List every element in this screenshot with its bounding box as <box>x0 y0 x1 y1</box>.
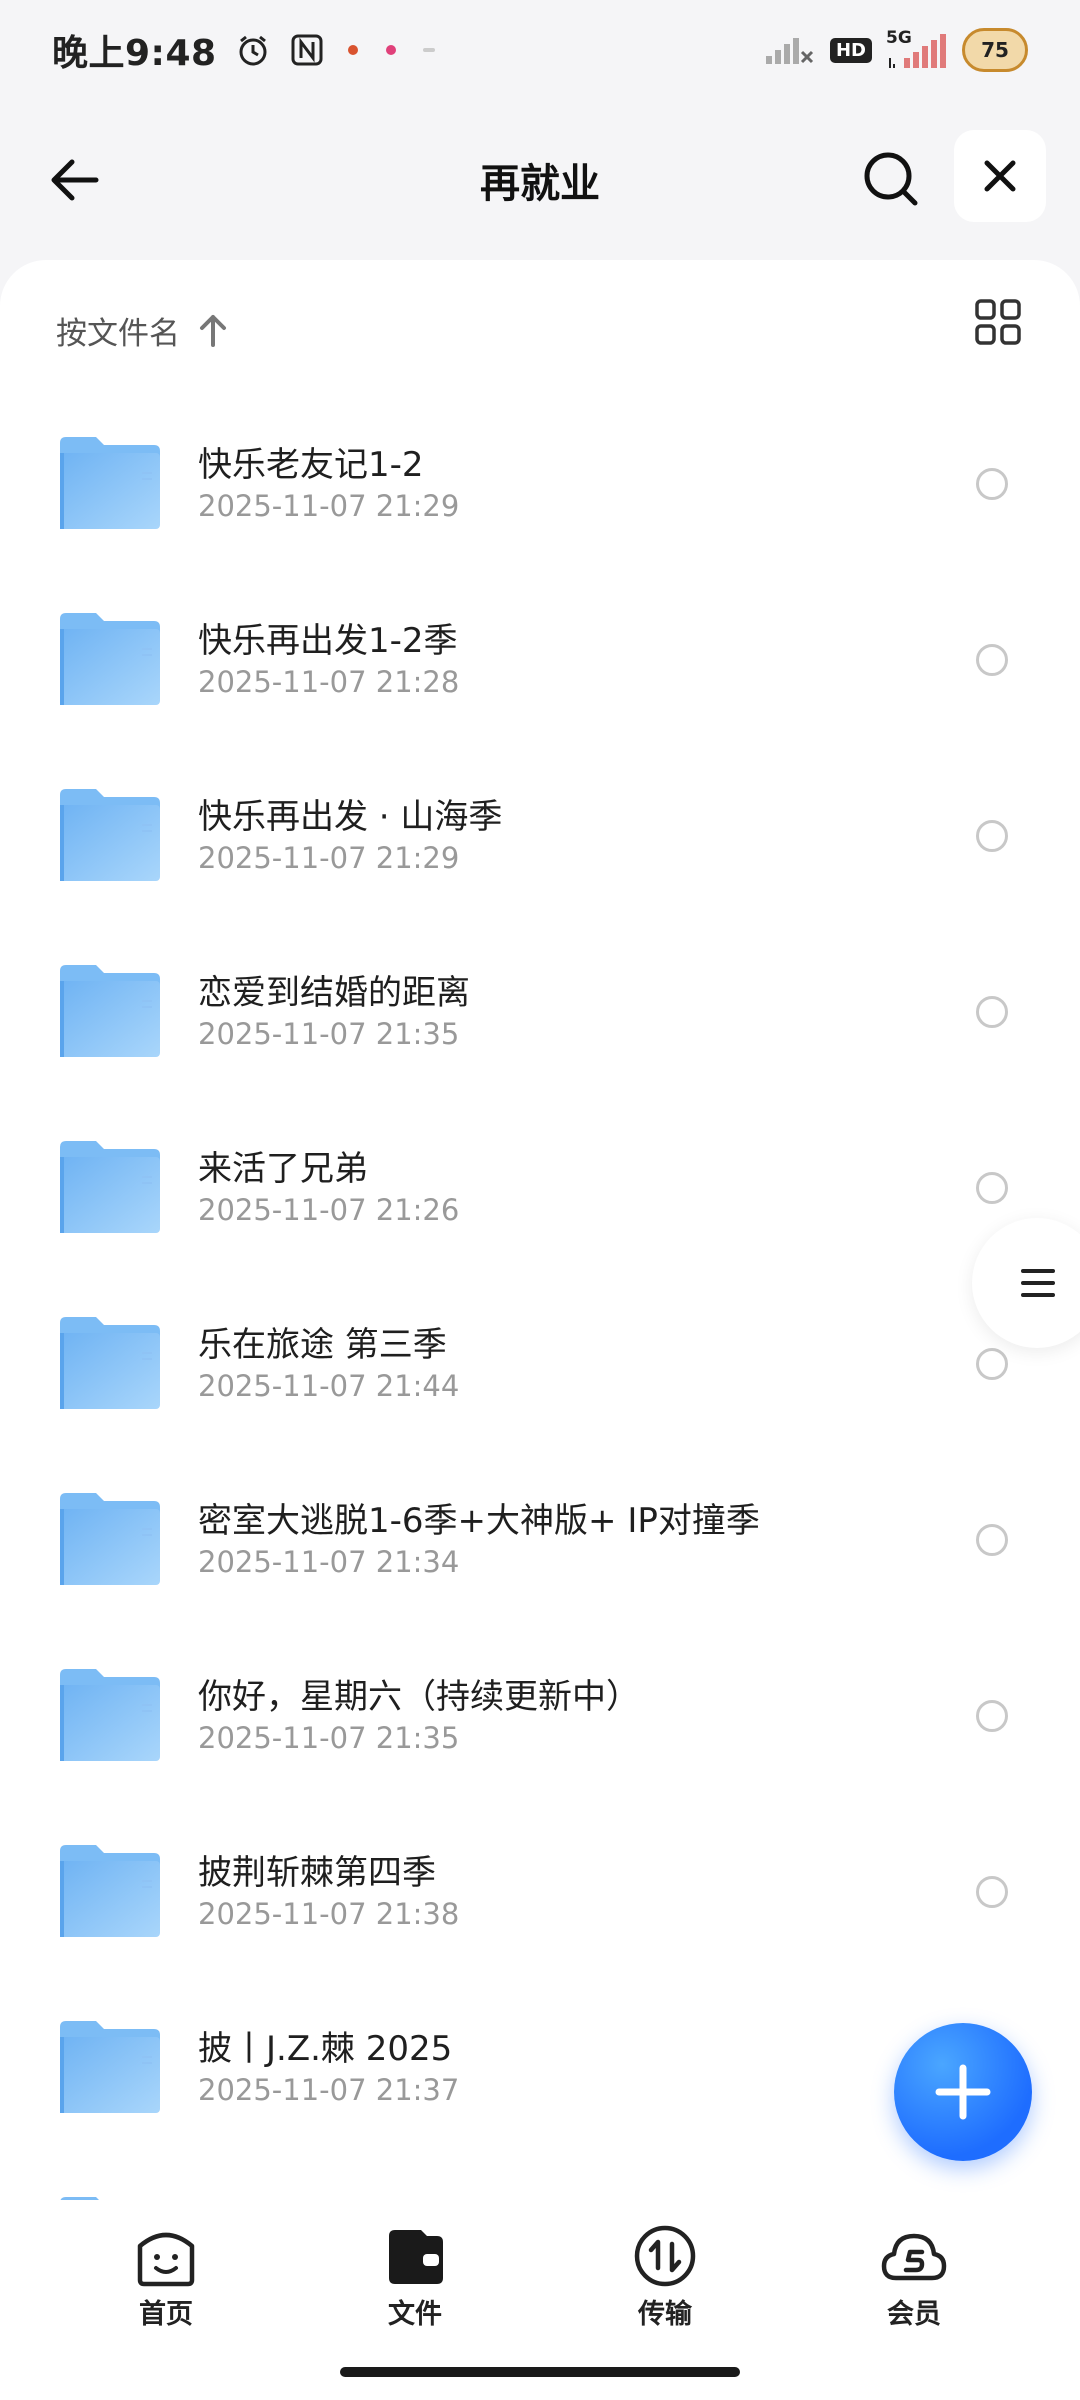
file-row[interactable]: 乐在旅途 第三季 2025-11-07 21:44 <box>0 1275 1080 1451</box>
home-indicator <box>340 2367 740 2377</box>
file-name: 快乐再出发 · 山海季 <box>198 797 503 837</box>
transfer-icon <box>634 2225 696 2287</box>
select-checkbox[interactable] <box>976 1524 1008 1556</box>
status-time: 晚上9:48 <box>52 33 217 74</box>
nav-vip[interactable]: 会员 <box>844 2224 984 2344</box>
file-date: 2025-11-07 21:28 <box>198 665 460 699</box>
page-title: 再就业 <box>480 161 600 207</box>
nfc-icon <box>289 32 325 68</box>
file-row[interactable]: 快乐再出发1-2季 2025-11-07 21:28 <box>0 571 1080 747</box>
search-button[interactable] <box>858 146 924 212</box>
folder-icon <box>60 1493 160 1585</box>
alarm-icon <box>235 32 271 68</box>
file-name: 你好，星期六（持续更新中） <box>198 1677 640 1717</box>
folder-icon <box>60 437 160 529</box>
file-row[interactable]: 密室大逃脱1-6季+大神版+ IP对撞季 2025-11-07 21:34 <box>0 1451 1080 1627</box>
grid-view-button[interactable] <box>968 292 1028 352</box>
cloud-vip-icon <box>881 2233 947 2281</box>
folder-icon <box>60 1317 160 1409</box>
menu-icon <box>1021 1269 1055 1297</box>
file-date: 2025-11-07 21:29 <box>198 489 460 523</box>
select-checkbox[interactable] <box>976 468 1008 500</box>
nav-home[interactable]: 首页 <box>96 2224 236 2344</box>
select-checkbox[interactable] <box>976 1172 1008 1204</box>
hd-badge: HD <box>829 37 872 63</box>
arrow-up-icon <box>200 315 226 347</box>
select-checkbox[interactable] <box>976 644 1008 676</box>
file-date: 2025-11-07 21:35 <box>198 1017 460 1051</box>
file-name: 披丨J.Z.棘 2025 <box>198 2029 453 2069</box>
notification-icon <box>381 40 401 60</box>
file-name: 披荆斩棘第四季 <box>198 1853 436 1893</box>
file-name: 乐在旅途 第三季 <box>198 1325 447 1365</box>
file-list-card: 按文件名 快乐老友记1-2 2025-11-07 21:29 快乐再出发1-2季 20… <box>0 260 1080 2289</box>
close-icon <box>984 160 1016 192</box>
file-name: 快乐再出发1-2季 <box>198 621 458 661</box>
wallet-files-icon <box>389 2230 443 2284</box>
file-date: 2025-11-07 21:35 <box>198 1721 460 1755</box>
status-left: 晚上9:48 <box>52 24 439 76</box>
close-button[interactable] <box>954 130 1046 222</box>
file-name: 快乐老友记1-2 <box>198 445 424 485</box>
nav-vip-label: 会员 <box>887 2299 941 2330</box>
status-bar: 晚上9:48 HD 5G 75 <box>0 0 1080 100</box>
folder-icon <box>60 1669 160 1761</box>
file-date: 2025-11-07 21:38 <box>198 1897 460 1931</box>
folder-icon <box>60 1141 160 1233</box>
cellular-5g-icon: 5G <box>886 28 948 70</box>
folder-icon <box>60 965 160 1057</box>
file-date: 2025-11-07 21:29 <box>198 841 460 875</box>
smiley-home-icon <box>137 2232 195 2287</box>
folder-icon <box>60 613 160 705</box>
folder-icon <box>60 1845 160 1937</box>
nav-home-label: 首页 <box>139 2299 193 2330</box>
file-row[interactable]: 你好，星期六（持续更新中） 2025-11-07 21:35 <box>0 1627 1080 1803</box>
select-checkbox[interactable] <box>976 996 1008 1028</box>
search-icon <box>864 152 918 206</box>
file-date: 2025-11-07 21:34 <box>198 1545 460 1579</box>
select-checkbox[interactable] <box>976 1876 1008 1908</box>
notification-icon <box>343 40 363 60</box>
add-button[interactable] <box>894 2023 1032 2161</box>
file-row[interactable]: 披荆斩棘第四季 2025-11-07 21:38 <box>0 1803 1080 1979</box>
nav-files[interactable]: 文件 <box>345 2224 485 2344</box>
header: 再就业 <box>0 120 1080 240</box>
sort-label: 按文件名 <box>56 315 180 352</box>
signal-icon <box>764 32 816 68</box>
battery-indicator: 75 <box>962 28 1028 72</box>
sort-control[interactable]: 按文件名 <box>56 300 228 360</box>
plus-icon <box>935 2064 991 2120</box>
folder-icon <box>60 789 160 881</box>
back-button[interactable] <box>44 150 104 210</box>
folder-icon <box>60 2021 160 2113</box>
select-checkbox[interactable] <box>976 1700 1008 1732</box>
file-row[interactable]: 快乐再出发 · 山海季 2025-11-07 21:29 <box>0 747 1080 923</box>
select-checkbox[interactable] <box>976 1348 1008 1380</box>
file-name: 来活了兄弟 <box>198 1149 368 1189</box>
status-right: HD 5G 75 <box>764 28 1028 72</box>
file-name: 密室大逃脱1-6季+大神版+ IP对撞季 <box>198 1501 760 1541</box>
file-row[interactable]: 快乐老友记1-2 2025-11-07 21:29 <box>0 395 1080 571</box>
nav-transfer[interactable]: 传输 <box>595 2224 735 2344</box>
file-name: 恋爱到结婚的距离 <box>198 973 470 1013</box>
file-row[interactable]: 来活了兄弟 2025-11-07 21:26 <box>0 1099 1080 1275</box>
nav-transfer-label: 传输 <box>638 2299 692 2330</box>
file-row[interactable]: 恋爱到结婚的距离 2025-11-07 21:35 <box>0 923 1080 1099</box>
select-checkbox[interactable] <box>976 820 1008 852</box>
nav-files-label: 文件 <box>388 2299 442 2330</box>
file-date: 2025-11-07 21:37 <box>198 2073 460 2107</box>
arrow-left-icon <box>51 159 99 201</box>
file-date: 2025-11-07 21:26 <box>198 1193 460 1227</box>
notification-icon <box>419 40 439 60</box>
network-label: 5G <box>886 28 912 48</box>
file-date: 2025-11-07 21:44 <box>198 1369 460 1403</box>
grid-icon <box>975 299 1021 345</box>
